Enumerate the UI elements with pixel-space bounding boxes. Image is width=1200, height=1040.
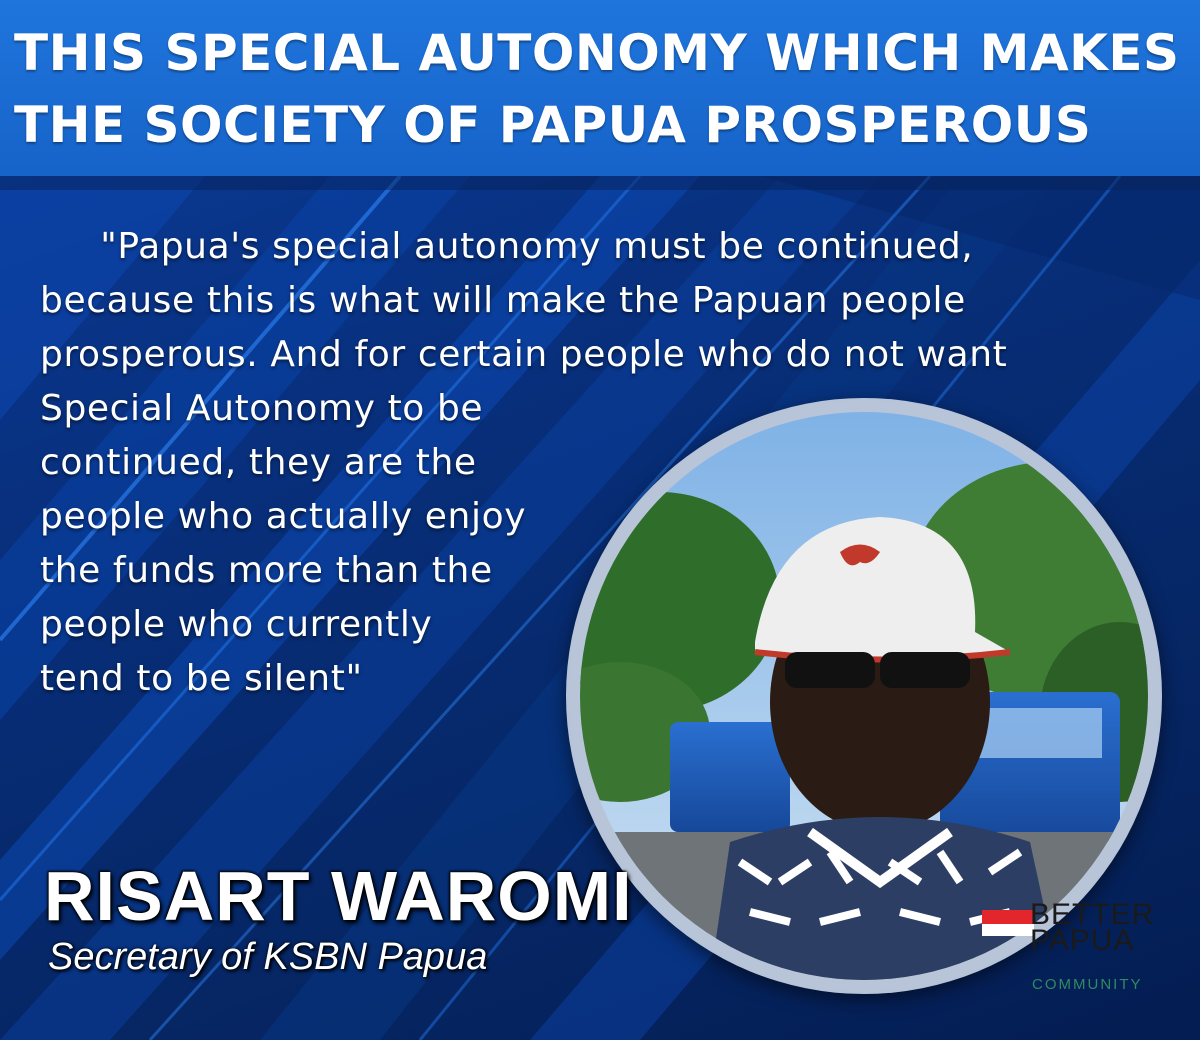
quote-line: the funds more than the — [40, 550, 493, 591]
quote-line: tend to be silent" — [40, 658, 363, 699]
speaker-title: Secretary of KSBN Papua — [48, 936, 488, 978]
speaker-photo — [580, 412, 1148, 980]
flag-red-stripe — [982, 910, 1034, 924]
headline-line-1: THIS SPECIAL AUTONOMY WHICH MAKES — [14, 24, 1180, 82]
quote-line: people who actually enjoy — [40, 496, 527, 537]
poster: THIS SPECIAL AUTONOMY WHICH MAKES THE SO… — [0, 0, 1200, 1040]
quote-line: continued, they are the — [40, 442, 477, 483]
headline-banner: THIS SPECIAL AUTONOMY WHICH MAKES THE SO… — [0, 0, 1200, 176]
quote-line: "Papua's special autonomy must be contin… — [40, 226, 974, 267]
logo-subtitle: COMMUNITY — [1032, 976, 1143, 993]
quote-line: Special Autonomy to be — [40, 388, 484, 429]
better-papua-logo: BETTER PAPUA COMMUNITY — [982, 898, 1182, 998]
quote-line: prosperous. And for certain people who d… — [40, 334, 1008, 375]
quote-line: because this is what will make the Papua… — [40, 280, 966, 321]
flag-white-stripe — [982, 924, 1034, 936]
logo-word-papua: PAPUA — [1030, 924, 1135, 957]
headline-line-2: THE SOCIETY OF PAPUA PROSPEROUS — [14, 96, 1092, 154]
quote-line: people who currently — [40, 604, 433, 645]
speaker-name: RISART WAROMI — [44, 857, 633, 935]
